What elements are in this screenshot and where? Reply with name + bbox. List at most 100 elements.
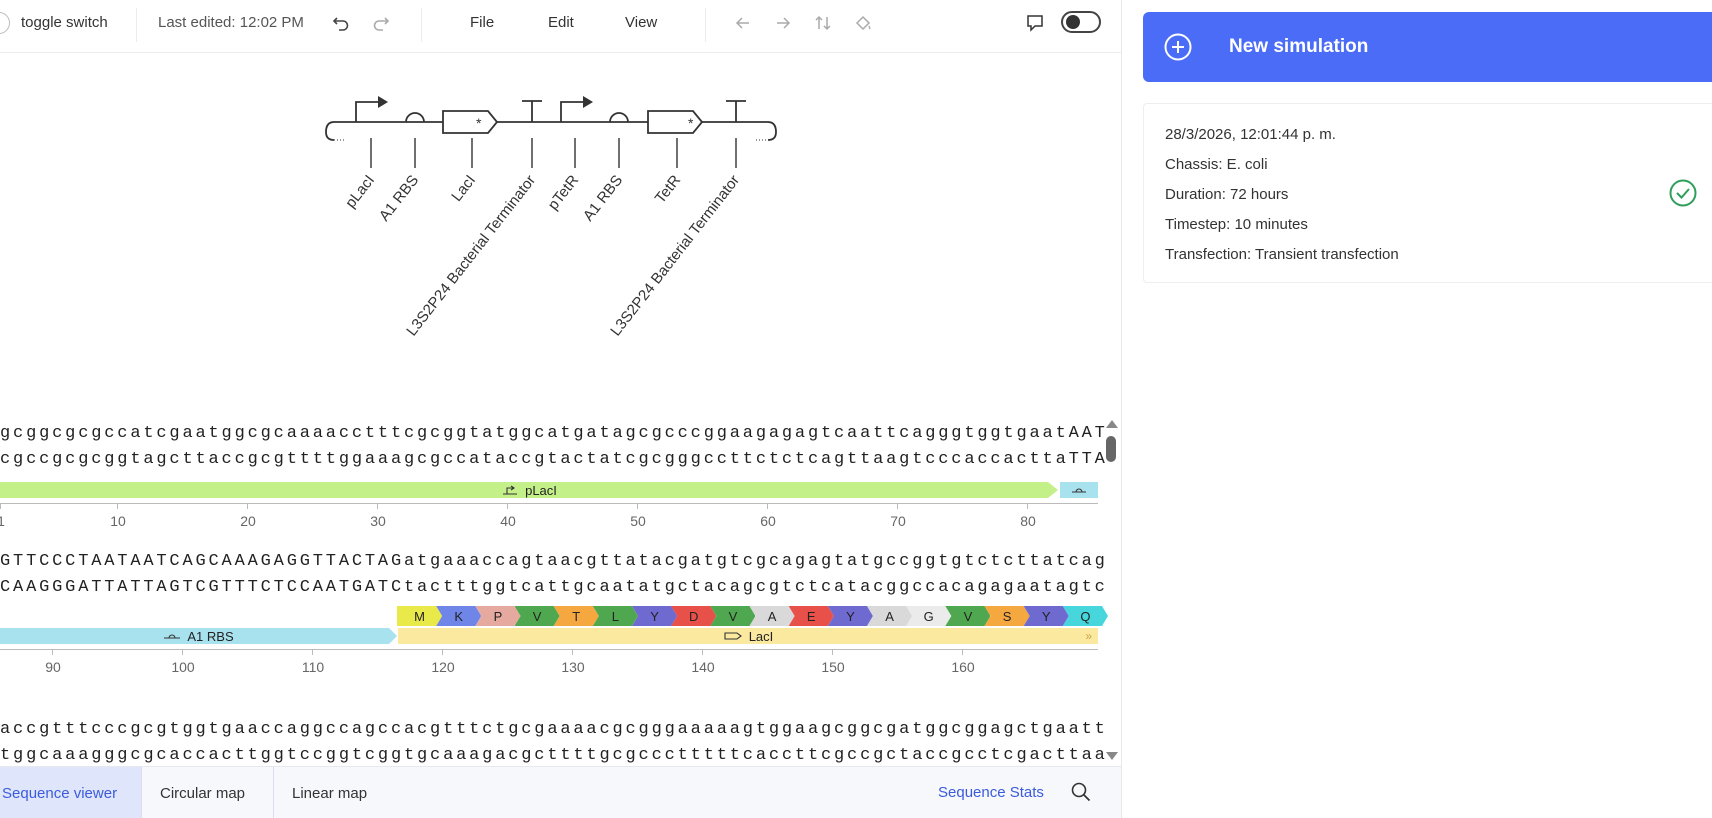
amino-acid-cell[interactable]: A (750, 606, 795, 626)
part-glyph-promoter[interactable] (560, 96, 593, 122)
amino-acid-cell[interactable]: Y (1024, 606, 1069, 626)
simulation-card[interactable]: 28/3/2026, 12:01:44 p. m. Chassis: E. co… (1143, 103, 1712, 283)
redo-button[interactable] (369, 11, 393, 35)
tab-circular-map[interactable]: Circular map (142, 767, 274, 818)
ruler-tick-label: 150 (821, 659, 845, 675)
part-glyph-rbs[interactable] (609, 112, 629, 123)
feature-promoter[interactable]: pLacI (0, 482, 1058, 498)
ruler-tick-label: 110 (301, 659, 325, 675)
sequence-bottom-strand[interactable]: CAAGGGATTATTAGTCGTTTCTCCAATGATCtactttggt… (0, 578, 1108, 597)
ruler-tick-label: 130 (561, 659, 585, 675)
ruler-tick (117, 504, 118, 509)
part-glyph-terminator[interactable] (726, 100, 746, 122)
ruler-tick-label: 120 (431, 659, 455, 675)
part-label[interactable]: TetR (652, 172, 684, 207)
ruler-tick (897, 504, 898, 509)
part-label[interactable]: pLacI (342, 172, 378, 211)
scroll-up-arrow-icon[interactable] (1106, 420, 1118, 428)
menu-edit[interactable]: Edit (548, 14, 574, 31)
amino-acid-cell[interactable]: M (397, 606, 442, 626)
part-label[interactable]: A1 RBS (580, 172, 626, 225)
part-glyph-cds[interactable]: * (442, 110, 499, 134)
part-label[interactable]: A1 RBS (376, 172, 422, 225)
ruler-tick (962, 650, 963, 655)
amino-acid-cell[interactable]: V (710, 606, 755, 626)
amino-acid-cell[interactable]: V (515, 606, 560, 626)
ruler-tick (0, 504, 1, 509)
back-circle-button[interactable] (0, 12, 10, 34)
sequence-bottom-strand[interactable]: cgccgcgcggtagcttaccgcgttttggaaagcgccatac… (0, 450, 1108, 469)
ruler-tick (767, 504, 768, 509)
scroll-thumb[interactable] (1106, 436, 1116, 462)
ruler-tick-label: 50 (630, 513, 646, 529)
sequence-top-strand[interactable]: accgtttcccgcgtggtgaaccaggccagccacgtttctg… (0, 720, 1108, 739)
toolbar-divider (705, 8, 706, 42)
arrow-left-icon (735, 17, 749, 29)
simulation-panel: New simulation 28/3/2026, 12:01:44 p. m.… (1121, 0, 1712, 818)
ruler-tick-label: 1 (0, 513, 5, 529)
comments-button[interactable] (1023, 11, 1047, 35)
arrow-right-icon (777, 17, 791, 29)
scroll-down-arrow-icon[interactable] (1106, 752, 1118, 760)
undo-button[interactable] (329, 11, 353, 35)
arrow-right-button[interactable] (771, 11, 795, 35)
promoter-icon (503, 485, 518, 495)
amino-acid-cell[interactable]: T (554, 606, 599, 626)
swap-direction-button[interactable] (811, 11, 835, 35)
sequence-top-strand[interactable]: GTTCCCTAATAATCAGCAAAGAGGTTACTAGatgaaacca… (0, 552, 1108, 571)
sequence-top-strand[interactable]: gcggcgcgccatcgaatggcgcaaaacctttcgcggtatg… (0, 424, 1108, 443)
part-glyph-rbs[interactable] (405, 112, 425, 123)
sequence-bottom-strand[interactable]: tggcaaagggcgcaccacttggtccggtcggtgcaaagac… (0, 746, 1108, 765)
amino-acid-cell[interactable]: K (436, 606, 481, 626)
amino-acid-cell[interactable]: D (671, 606, 716, 626)
amino-acid-cell[interactable]: P (475, 606, 520, 626)
svg-text:*: * (688, 115, 694, 131)
feature-rbs-start[interactable] (1060, 482, 1098, 498)
search-button[interactable] (1070, 781, 1094, 805)
part-label[interactable]: L3S2P24 Bacterial Terminator (607, 172, 743, 339)
view-mode-toggle[interactable] (1061, 11, 1101, 33)
ruler-tick-label: 160 (951, 659, 975, 675)
menu-file[interactable]: File (470, 14, 494, 31)
sequence-scrollbar[interactable] (1104, 420, 1118, 766)
part-glyph-terminator[interactable] (522, 100, 542, 122)
feature-cds[interactable]: LacI » (398, 628, 1098, 644)
part-label[interactable]: L3S2P24 Bacterial Terminator (403, 172, 539, 339)
amino-acid-cell[interactable]: L (593, 606, 638, 626)
simulation-chassis: Chassis: E. coli (1165, 156, 1268, 173)
menu-view[interactable]: View (625, 14, 657, 31)
ruler-tick (377, 504, 378, 509)
paint-bucket-button[interactable] (851, 11, 875, 35)
new-simulation-button[interactable]: New simulation (1143, 12, 1712, 82)
part-label[interactable]: pTetR (545, 172, 583, 213)
tab-linear-map[interactable]: Linear map (274, 767, 398, 818)
amino-acid-cell[interactable]: A (867, 606, 912, 626)
amino-acid-cell[interactable]: G (906, 606, 951, 626)
amino-acid-cell[interactable]: Y (632, 606, 677, 626)
ruler-tick (247, 504, 248, 509)
arrow-left-button[interactable] (731, 11, 755, 35)
part-label[interactable]: LacI (448, 172, 479, 205)
part-glyph-promoter[interactable] (355, 96, 388, 122)
amino-acid-cell[interactable]: Y (828, 606, 873, 626)
sequence-viewer[interactable]: gcggcgcgccatcgaatggcgcaaaacctttcgcggtatg… (0, 414, 1121, 766)
amino-acid-cell[interactable]: V (945, 606, 990, 626)
sequence-stats-link[interactable]: Sequence Stats (938, 784, 1044, 801)
simulation-date: 28/3/2026, 12:01:44 p. m. (1165, 126, 1336, 143)
backbone-end-cap (767, 121, 777, 141)
ruler-tick (52, 650, 53, 655)
ruler-tick-label: 140 (691, 659, 715, 675)
ruler-tick-label: 40 (500, 513, 516, 529)
ruler-tick (702, 650, 703, 655)
tab-sequence-viewer[interactable]: Sequence viewer (0, 767, 142, 818)
ruler-tick (572, 650, 573, 655)
part-glyph-cds[interactable]: * (647, 110, 704, 134)
comment-icon (1027, 15, 1043, 32)
ruler-tick-label: 100 (171, 659, 195, 675)
simulation-timestep: Timestep: 10 minutes (1165, 216, 1308, 233)
feature-rbs[interactable]: A1 RBS (0, 628, 397, 644)
design-name[interactable]: toggle switch (21, 14, 108, 31)
amino-acid-cell[interactable]: S (985, 606, 1030, 626)
amino-acid-cell[interactable]: Q (1063, 606, 1108, 626)
amino-acid-cell[interactable]: E (789, 606, 834, 626)
